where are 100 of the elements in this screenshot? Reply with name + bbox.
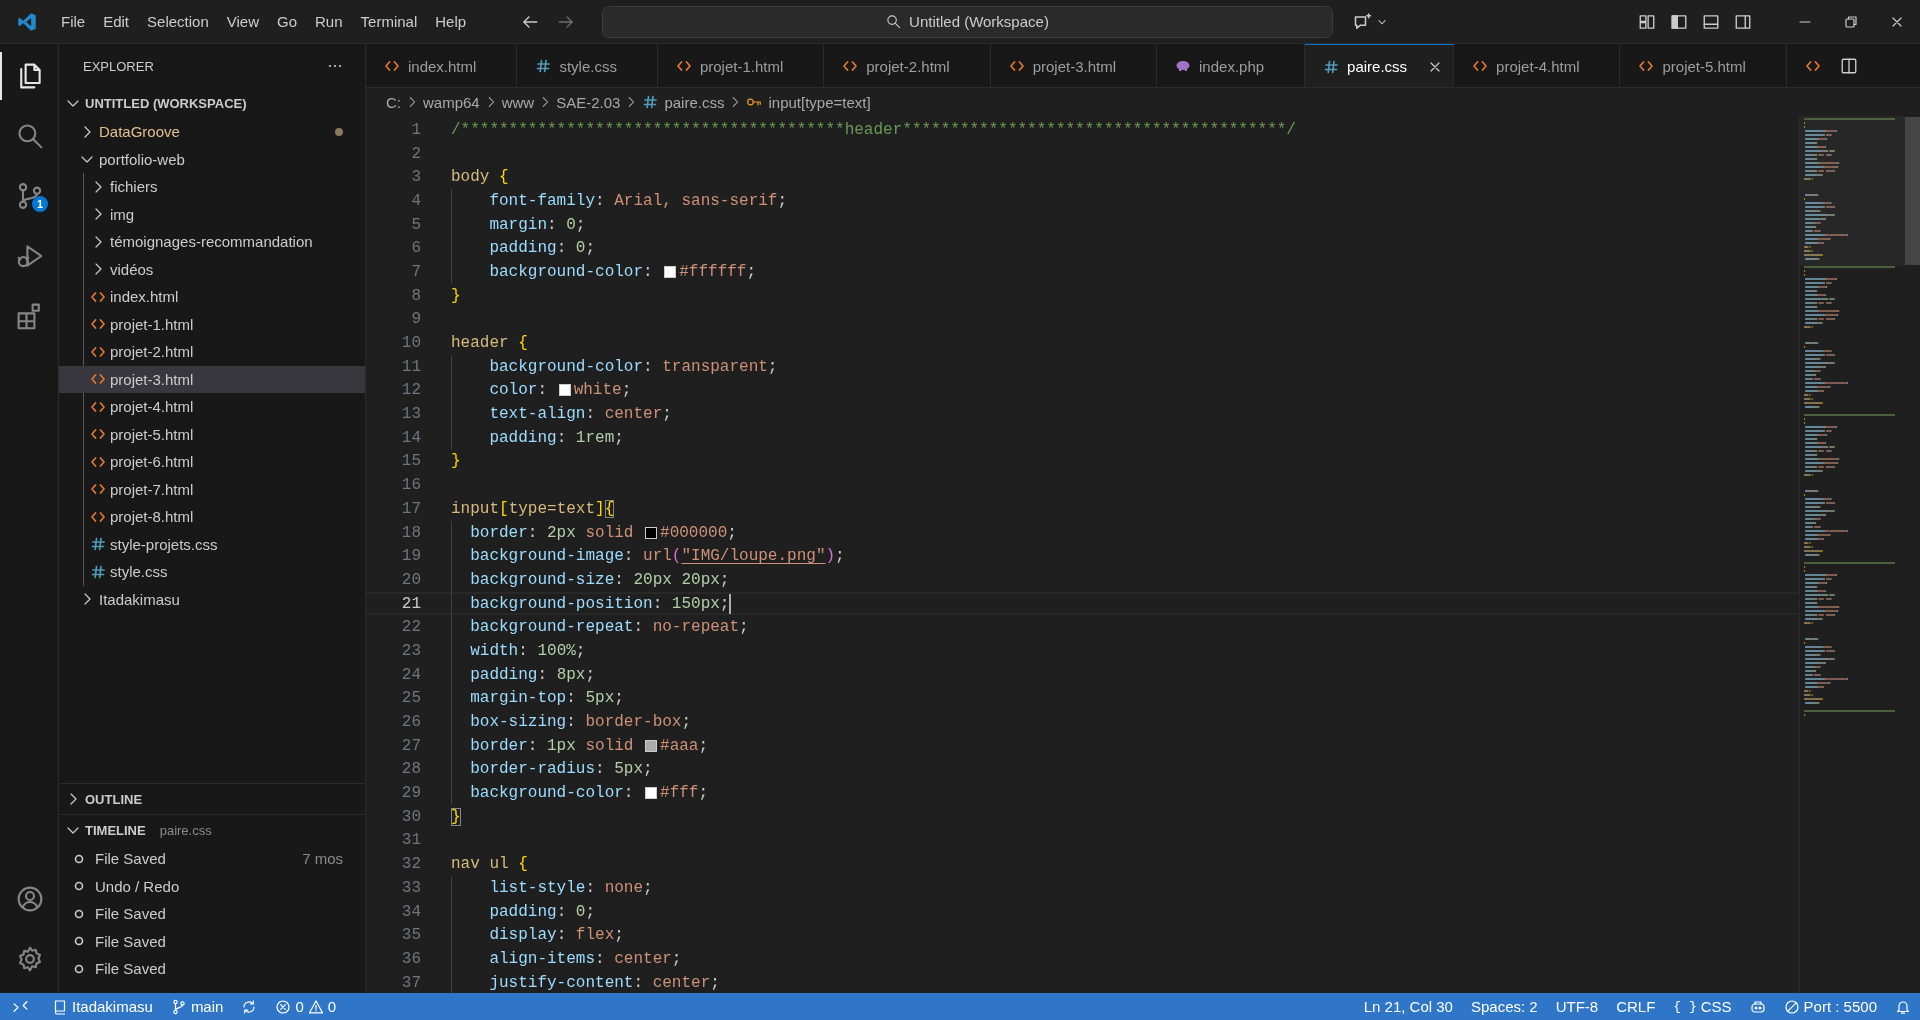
code-text: background-color: <box>470 784 635 803</box>
code-text: margin-top: 5px; <box>470 689 624 708</box>
status-item[interactable]: main <box>161 993 233 1020</box>
breadcrumb-item[interactable]: wamp64 <box>423 93 480 111</box>
color-swatch[interactable] <box>645 526 658 539</box>
minimap[interactable] <box>1799 116 1905 993</box>
line-number: 17 <box>400 499 422 518</box>
line-number: 36 <box>400 949 422 968</box>
color-swatch[interactable] <box>645 739 658 752</box>
timeline-item[interactable]: Undo / Redo <box>59 872 365 900</box>
code-text: list-style: none; <box>489 878 653 897</box>
tree-item[interactable]: projet-4.html <box>59 393 365 421</box>
html-file-icon <box>842 58 859 74</box>
command-center[interactable]: Untitled (Workspace) <box>602 5 1333 38</box>
run-debug-icon <box>16 242 44 270</box>
breadcrumb-item[interactable]: paire.css <box>642 93 725 111</box>
color-swatch[interactable] <box>558 384 571 397</box>
menu-item[interactable]: Run <box>307 9 351 34</box>
tree-item[interactable]: DataGroove <box>59 118 365 146</box>
tree-item[interactable]: fichiers <box>59 173 365 201</box>
line-number: 1 <box>410 120 422 139</box>
timeline-item[interactable]: File Saved 7 mos <box>59 845 365 873</box>
line-number: 15 <box>400 452 422 471</box>
menu-item[interactable]: Edit <box>95 9 138 34</box>
restore-icon[interactable] <box>1843 13 1859 30</box>
timeline-item[interactable]: File Saved <box>59 955 365 983</box>
text-cursor <box>729 593 732 614</box>
line-number: 34 <box>400 902 422 921</box>
code-text: text-align: center; <box>489 405 672 424</box>
menu-item[interactable]: Help <box>427 9 475 34</box>
code-text: background-color: transparent; <box>489 357 778 376</box>
timeline-item[interactable]: File Saved <box>59 900 365 928</box>
warning-icon <box>307 998 324 1015</box>
section-header[interactable]: UNTITLED (WORKSPACE) <box>59 88 365 118</box>
line-number: 23 <box>400 641 422 660</box>
tree-item[interactable]: projet-7.html <box>59 475 365 503</box>
tree-item[interactable]: projet-3.html <box>59 365 365 393</box>
tree-item[interactable]: projet-2.html <box>59 338 365 366</box>
breadcrumb-item[interactable]: SAE-2.03 <box>556 93 621 111</box>
breadcrumb-item[interactable]: input[type=text] <box>746 93 871 111</box>
editor-tab[interactable]: paire.css <box>1305 44 1455 87</box>
activity-button[interactable]: 1 <box>0 172 58 220</box>
line-number: 12 <box>400 381 422 400</box>
account-icon <box>16 885 44 913</box>
code-text: border: 2px solid <box>470 523 635 542</box>
tree-item[interactable]: vidéos <box>59 255 365 283</box>
menu-item[interactable]: Go <box>269 9 305 34</box>
hash-file-icon <box>1323 58 1340 75</box>
section-header[interactable]: OUTLINE <box>59 783 365 814</box>
code-text: font-family: Arial, sans-serif; <box>489 191 788 210</box>
section-header[interactable]: TIMELINE paire.css <box>59 814 365 845</box>
code-text: #aaa; <box>660 736 709 755</box>
timeline-item[interactable]: File Saved <box>59 927 365 955</box>
secondary-sidebar-icon[interactable] <box>1734 12 1752 31</box>
line-number: 37 <box>400 973 422 992</box>
code-text: padding: 1rem; <box>489 428 624 447</box>
tree-item[interactable]: img <box>59 200 365 228</box>
tree-item[interactable]: projet-8.html <box>59 503 365 531</box>
code-text: /****************************************header****************************************/ <box>451 120 1296 139</box>
menu-item[interactable]: View <box>218 9 267 34</box>
code-text: border: 1px solid <box>470 736 635 755</box>
status-item[interactable]: Spaces: 2 <box>1461 993 1547 1020</box>
chat-sparkle-icon[interactable] <box>1353 11 1373 32</box>
layout-grid-icon[interactable] <box>1638 12 1656 31</box>
tree-item[interactable]: projet-6.html <box>59 448 365 476</box>
tree-item[interactable]: projet-5.html <box>59 420 365 448</box>
tree-item[interactable]: Itadakimasu <box>59 585 365 613</box>
code-text: body { <box>451 168 509 187</box>
breadcrumb-item[interactable]: C: <box>386 93 401 111</box>
sidebar-title: EXPLORER <box>83 58 154 74</box>
line-number: 18 <box>400 523 422 542</box>
color-swatch[interactable] <box>645 787 658 800</box>
tree-item[interactable]: projet-1.html <box>59 310 365 338</box>
line-number: 25 <box>400 689 422 708</box>
status-item[interactable]: Port : 5500 <box>1774 993 1886 1020</box>
menu-item[interactable]: Selection <box>139 9 217 34</box>
tree-item[interactable]: index.html <box>59 283 365 311</box>
split-editor-icon[interactable] <box>1840 56 1858 75</box>
status-item[interactable]: Itadakimasu <box>43 993 162 1020</box>
breadcrumb-item[interactable]: www <box>501 93 535 111</box>
menu-item[interactable]: File <box>53 9 94 34</box>
tree-item[interactable]: style.css <box>59 558 365 586</box>
sidebar-toggle-icon[interactable] <box>1670 12 1688 31</box>
status-item[interactable]: { } CSS <box>1664 993 1741 1020</box>
code-text: header { <box>451 334 528 353</box>
status-item[interactable]: Ln 21, Col 30 <box>1354 993 1462 1020</box>
line-number: 35 <box>400 926 422 945</box>
status-item[interactable]: CRLF <box>1607 993 1665 1020</box>
tree-item[interactable]: témoignages-recommandation <box>59 228 365 256</box>
color-swatch[interactable] <box>664 265 677 278</box>
tree-item[interactable]: style-projets.css <box>59 530 365 558</box>
scrollbar-thumb[interactable] <box>1905 117 1920 265</box>
problems-item[interactable]: 0 0 <box>266 993 346 1020</box>
line-number: 29 <box>400 784 422 803</box>
line-number: 9 <box>410 310 422 329</box>
panel-toggle-icon[interactable] <box>1702 12 1720 31</box>
tree-item[interactable]: portfolio-web <box>59 145 365 173</box>
status-item[interactable]: UTF-8 <box>1546 993 1608 1020</box>
line-number: 8 <box>410 286 422 305</box>
menu-item[interactable]: Terminal <box>352 9 426 34</box>
